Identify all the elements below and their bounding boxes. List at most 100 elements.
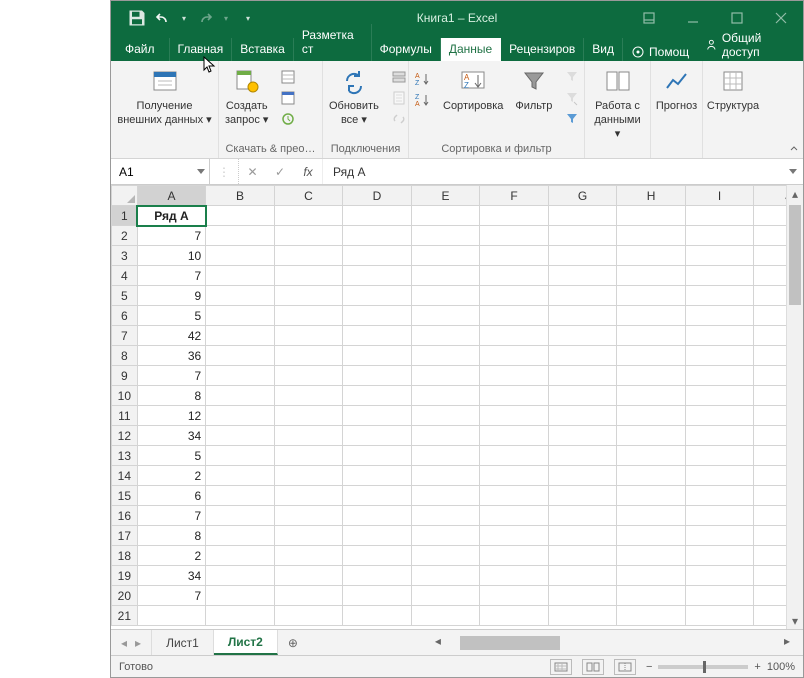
cell[interactable] <box>274 306 343 326</box>
cell[interactable]: 34 <box>137 566 206 586</box>
row-header[interactable]: 17 <box>112 526 138 546</box>
cell[interactable] <box>206 526 275 546</box>
table-row[interactable]: 1112 <box>112 406 804 426</box>
cell[interactable] <box>617 326 686 346</box>
cell[interactable] <box>617 466 686 486</box>
row-header[interactable]: 13 <box>112 446 138 466</box>
cell[interactable]: 5 <box>137 306 206 326</box>
cell[interactable] <box>548 386 617 406</box>
cell[interactable] <box>617 426 686 446</box>
row-header[interactable]: 3 <box>112 246 138 266</box>
connections-icon[interactable] <box>389 67 409 87</box>
cell[interactable] <box>548 446 617 466</box>
cell[interactable] <box>480 386 549 406</box>
cell[interactable] <box>548 246 617 266</box>
cell[interactable] <box>685 566 754 586</box>
cell[interactable] <box>206 246 275 266</box>
sort-za-icon[interactable]: ZA <box>413 90 433 110</box>
cell[interactable] <box>548 286 617 306</box>
cell[interactable] <box>206 366 275 386</box>
cell[interactable] <box>411 326 480 346</box>
cell[interactable] <box>274 546 343 566</box>
row-header[interactable]: 14 <box>112 466 138 486</box>
cell[interactable] <box>411 246 480 266</box>
tab-file[interactable]: Файл <box>111 38 170 61</box>
cell[interactable] <box>685 226 754 246</box>
properties-icon[interactable] <box>389 88 409 108</box>
cell[interactable] <box>480 466 549 486</box>
formula-expand-icon[interactable] <box>789 169 797 174</box>
show-queries-icon[interactable] <box>278 67 298 87</box>
cell[interactable] <box>343 486 412 506</box>
cell[interactable]: 6 <box>137 486 206 506</box>
outline-button[interactable]: Структура <box>703 65 763 114</box>
reapply-icon[interactable] <box>562 88 582 108</box>
cell[interactable] <box>548 326 617 346</box>
cell[interactable] <box>343 566 412 586</box>
cell[interactable] <box>343 266 412 286</box>
cell[interactable] <box>411 546 480 566</box>
hscroll-right-icon[interactable]: ▸ <box>779 634 795 648</box>
cell[interactable] <box>343 326 412 346</box>
enter-icon[interactable]: ✓ <box>266 159 294 184</box>
cell[interactable] <box>343 366 412 386</box>
table-row[interactable]: 182 <box>112 546 804 566</box>
cell[interactable] <box>617 486 686 506</box>
cell[interactable] <box>548 306 617 326</box>
cell[interactable] <box>480 326 549 346</box>
fx-icon[interactable]: fx <box>294 159 322 184</box>
cell[interactable]: 12 <box>137 406 206 426</box>
tell-me[interactable]: Помощ <box>623 43 697 61</box>
row-header[interactable]: 11 <box>112 406 138 426</box>
filter-button[interactable]: Фильтр <box>509 65 558 131</box>
cell[interactable] <box>274 346 343 366</box>
table-row[interactable]: 1234 <box>112 426 804 446</box>
table-row[interactable]: 167 <box>112 506 804 526</box>
zoom-slider[interactable] <box>658 665 748 669</box>
cell[interactable] <box>685 506 754 526</box>
cell[interactable] <box>685 486 754 506</box>
cell[interactable] <box>548 566 617 586</box>
cell[interactable] <box>548 226 617 246</box>
row-header[interactable]: 16 <box>112 506 138 526</box>
sheet-tab-1[interactable]: Лист1 <box>152 630 214 655</box>
scroll-up-icon[interactable]: ▴ <box>787 185 803 202</box>
table-row[interactable]: 178 <box>112 526 804 546</box>
cell[interactable] <box>206 586 275 606</box>
cell[interactable]: 7 <box>137 366 206 386</box>
ribbon-options-icon[interactable] <box>627 1 671 35</box>
cell[interactable] <box>685 426 754 446</box>
cell[interactable] <box>617 606 686 626</box>
cell[interactable]: 7 <box>137 506 206 526</box>
recent-sources-icon[interactable] <box>278 109 298 129</box>
cancel-icon[interactable]: ✕ <box>238 159 266 184</box>
cell[interactable] <box>411 526 480 546</box>
row-header[interactable]: 12 <box>112 426 138 446</box>
row-header[interactable]: 8 <box>112 346 138 366</box>
cell[interactable]: Ряд A <box>137 206 206 226</box>
cell[interactable] <box>548 586 617 606</box>
cell[interactable] <box>411 586 480 606</box>
cell[interactable] <box>411 386 480 406</box>
cell[interactable] <box>548 466 617 486</box>
share-button[interactable]: Общий доступ <box>697 29 803 61</box>
cell[interactable] <box>617 566 686 586</box>
row-header[interactable]: 7 <box>112 326 138 346</box>
cell[interactable] <box>617 286 686 306</box>
cell[interactable] <box>480 526 549 546</box>
table-row[interactable]: 142 <box>112 466 804 486</box>
vertical-scrollbar[interactable]: ▴ ▾ <box>786 185 803 629</box>
cell[interactable] <box>480 426 549 446</box>
cell[interactable] <box>617 506 686 526</box>
col-header[interactable]: G <box>548 186 617 206</box>
row-header[interactable]: 19 <box>112 566 138 586</box>
cell[interactable] <box>548 486 617 506</box>
name-box-dropdown-icon[interactable] <box>197 169 205 174</box>
cell[interactable] <box>617 526 686 546</box>
row-header[interactable]: 5 <box>112 286 138 306</box>
cell[interactable] <box>343 226 412 246</box>
row-header[interactable]: 1 <box>112 206 138 226</box>
cell[interactable] <box>206 606 275 626</box>
cell[interactable] <box>343 286 412 306</box>
cell[interactable] <box>206 466 275 486</box>
